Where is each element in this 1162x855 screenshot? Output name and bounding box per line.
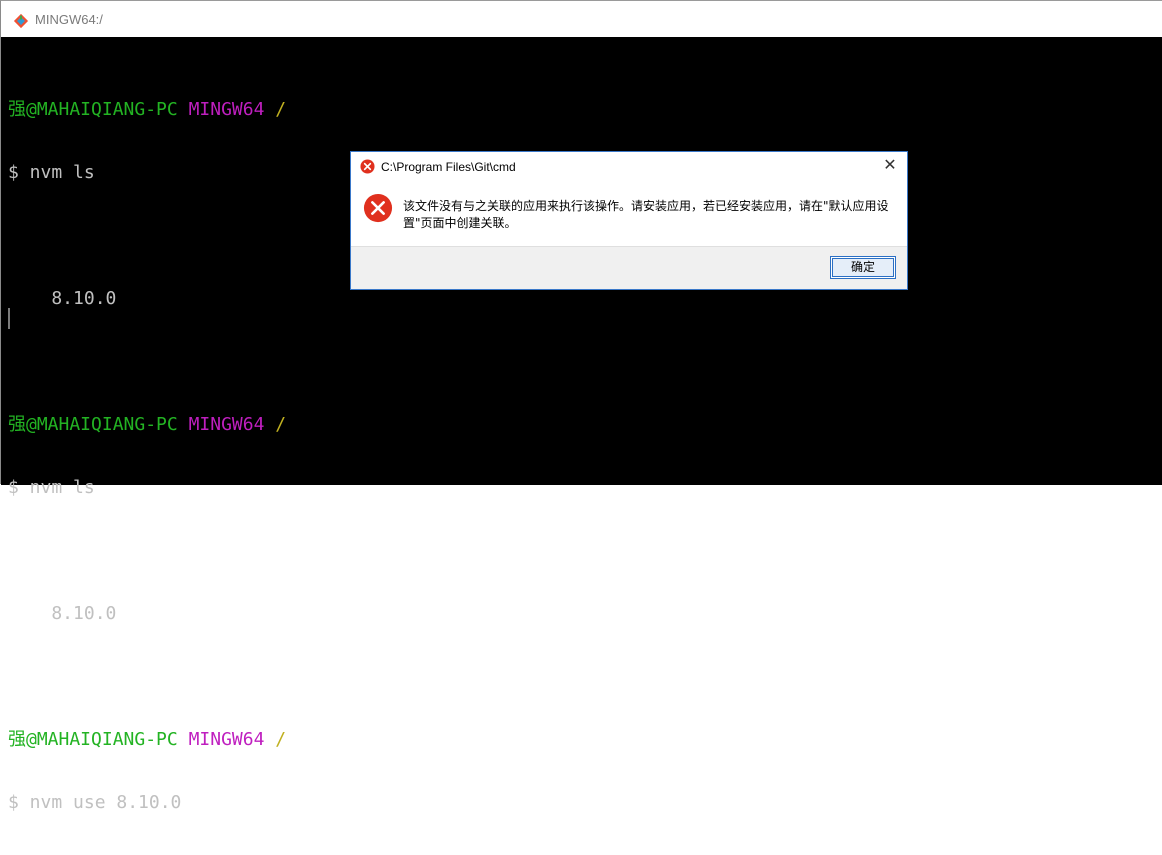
title-bar[interactable]: MINGW64:/ <box>1 6 1162 36</box>
terminal-window: MINGW64:/ 强@MAHAIQIANG-PC MINGW64 / $ nv… <box>0 0 1162 813</box>
command-line: $ nvm ls <box>8 477 95 498</box>
prompt-path: / <box>275 99 287 120</box>
output-line: 8.10.0 <box>8 603 117 624</box>
prompt-path: / <box>275 729 287 750</box>
dialog-message: 该文件没有与之关联的应用来执行该操作。请安装应用，若已经安装应用，请在"默认应用… <box>403 198 898 232</box>
ok-button[interactable]: 确定 <box>830 256 896 279</box>
prompt-user: 强@MAHAIQIANG-PC <box>8 414 178 435</box>
prompt-shell: MINGW64 <box>188 99 265 120</box>
command-line: $ nvm use 8.10.0 <box>8 792 182 813</box>
dialog-title-bar[interactable]: C:\Program Files\Git\cmd ✕ <box>351 152 907 180</box>
prompt-line: 强@MAHAIQIANG-PC MINGW64 / <box>8 729 286 750</box>
output-line: 8.10.0 <box>8 288 117 309</box>
prompt-path: / <box>275 414 287 435</box>
prompt-user: 强@MAHAIQIANG-PC <box>8 729 178 750</box>
prompt-shell: MINGW64 <box>188 414 265 435</box>
prompt-user: 强@MAHAIQIANG-PC <box>8 99 178 120</box>
error-dialog: C:\Program Files\Git\cmd ✕ 该文件没有与之关联的应用来… <box>350 151 908 290</box>
command-line: $ nvm ls <box>8 162 95 183</box>
dialog-body: 该文件没有与之关联的应用来执行该操作。请安装应用，若已经安装应用，请在"默认应用… <box>351 181 907 245</box>
git-logo-icon <box>13 13 29 29</box>
dialog-caption: C:\Program Files\Git\cmd <box>381 160 516 174</box>
window-title: MINGW64:/ <box>35 12 103 27</box>
terminal-output: 强@MAHAIQIANG-PC MINGW64 / $ nvm ls 8.10.… <box>8 57 286 855</box>
prompt-shell: MINGW64 <box>188 729 265 750</box>
prompt-line: 强@MAHAIQIANG-PC MINGW64 / <box>8 414 286 435</box>
terminal-cursor <box>8 308 10 329</box>
dialog-message-line: 该文件没有与之关联的应用来执行该操作。请安装应用，若已经安装应用，请在"默认应用… <box>403 199 889 213</box>
error-icon <box>363 193 393 223</box>
error-icon <box>360 159 375 174</box>
close-icon[interactable]: ✕ <box>873 152 907 180</box>
prompt-line: 强@MAHAIQIANG-PC MINGW64 / <box>8 99 286 120</box>
dialog-message-line: 置"页面中创建关联。 <box>403 216 517 230</box>
dialog-footer: 确定 <box>351 246 907 289</box>
